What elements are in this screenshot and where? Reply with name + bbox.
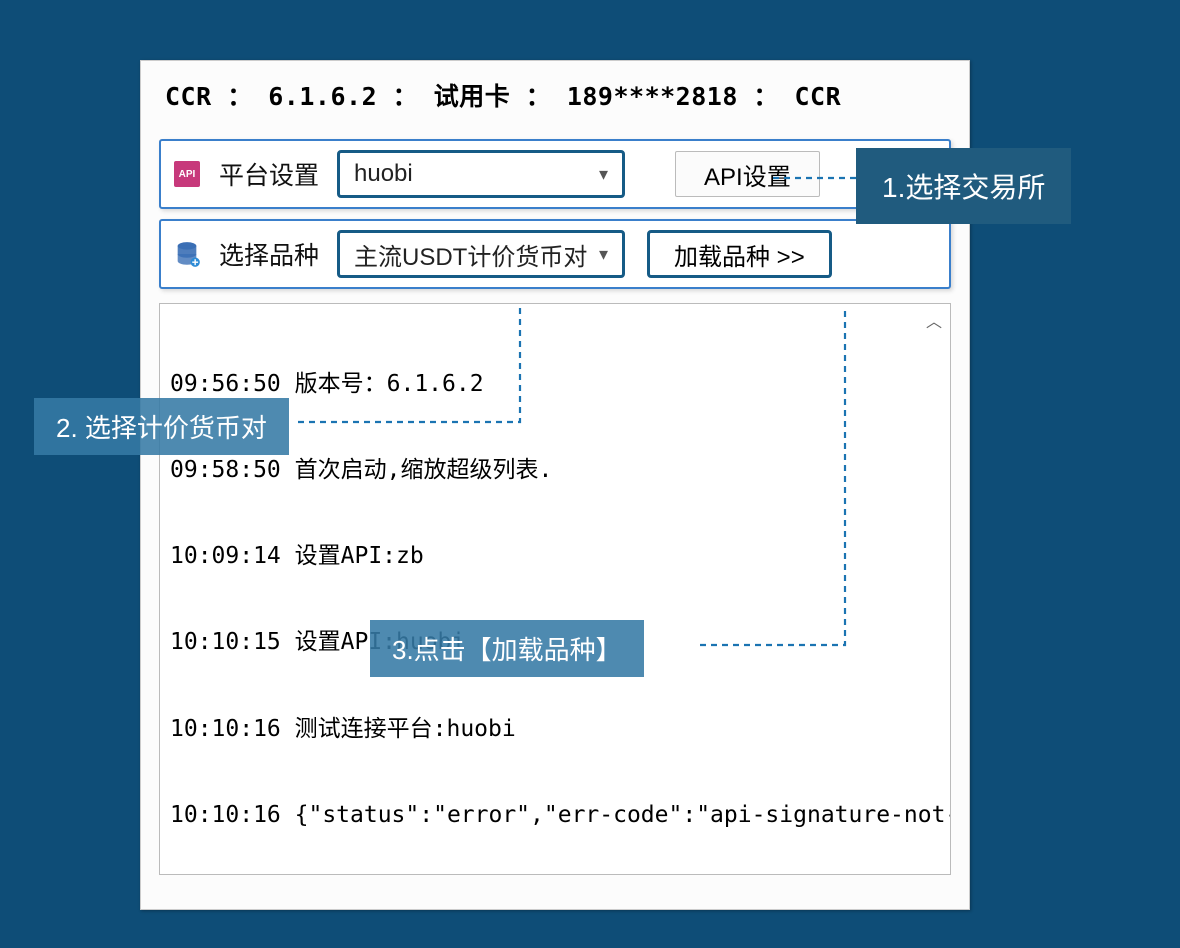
log-line: 10:10:16 {"status":"error","err-code":"a… bbox=[170, 801, 940, 830]
api-icon: API bbox=[173, 160, 201, 188]
log-line: 10:09:14 设置API:zb bbox=[170, 542, 940, 571]
load-variety-button[interactable]: 加载品种 >> bbox=[647, 230, 832, 278]
log-line: 09:58:50 首次启动,缩放超级列表. bbox=[170, 456, 940, 485]
title-bar: CCR ： 6.1.6.2 ： 试用卡 ： 189****2818 ： CCR bbox=[141, 61, 969, 129]
log-content: 09:56:50 版本号：6.1.6.2 09:58:50 首次启动,缩放超级列… bbox=[160, 304, 950, 875]
log-line: 10:10:16 测试连接平台:huobi bbox=[170, 715, 940, 744]
exchange-dropdown-value: huobi bbox=[354, 160, 413, 188]
pair-dropdown[interactable]: 主流USDT计价货币对 ▾ bbox=[337, 230, 625, 278]
log-area: ︿ 09:56:50 版本号：6.1.6.2 09:58:50 首次启动,缩放超… bbox=[159, 303, 951, 875]
chevron-down-icon: ▾ bbox=[599, 244, 608, 265]
app-window: CCR ： 6.1.6.2 ： 试用卡 ： 189****2818 ： CCR … bbox=[140, 60, 970, 910]
chevron-down-icon: ▾ bbox=[599, 164, 608, 185]
api-settings-button[interactable]: API设置 bbox=[675, 151, 820, 197]
callout-1: 1.选择交易所 bbox=[856, 148, 1071, 224]
exchange-dropdown[interactable]: huobi ▾ bbox=[337, 150, 625, 198]
pair-dropdown-value: 主流USDT计价货币对 bbox=[354, 237, 587, 272]
select-variety-panel: 选择品种 主流USDT计价货币对 ▾ 加载品种 >> bbox=[159, 219, 951, 289]
scroll-up-icon[interactable]: ︿ bbox=[920, 306, 948, 334]
callout-2: 2. 选择计价货币对 bbox=[34, 398, 289, 455]
platform-settings-label: 平台设置 bbox=[219, 156, 319, 192]
select-variety-label: 选择品种 bbox=[219, 236, 319, 272]
callout-3: 3.点击【加载品种】 bbox=[370, 620, 644, 677]
database-icon bbox=[173, 240, 201, 268]
log-line: 09:56:50 版本号：6.1.6.2 bbox=[170, 370, 940, 399]
platform-settings-panel: API 平台设置 huobi ▾ API设置 bbox=[159, 139, 951, 209]
